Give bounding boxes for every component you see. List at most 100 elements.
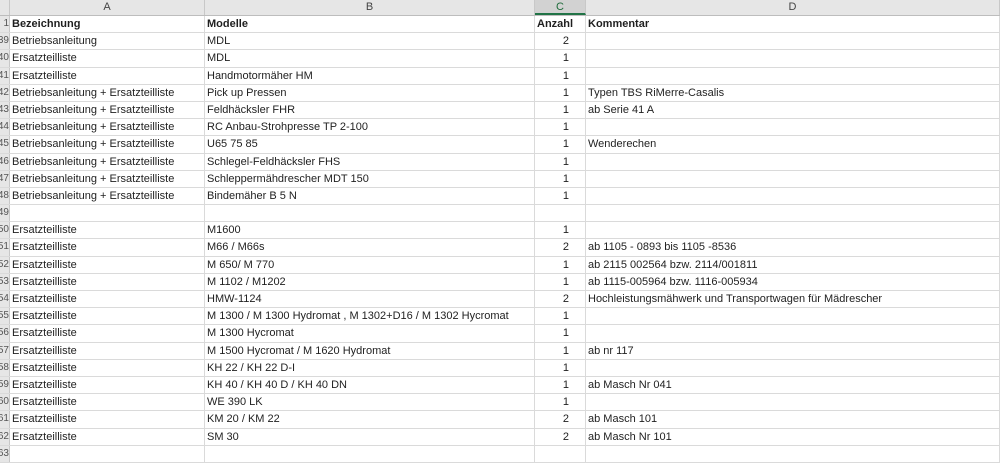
cell-modelle[interactable]: M 1300 / M 1300 Hydromat , M 1302+D16 / … [205,308,535,325]
row-number[interactable]: 60 [0,394,10,411]
row-number[interactable]: 50 [0,222,10,239]
cell-kommentar[interactable] [586,445,1000,462]
cell-kommentar[interactable] [586,33,1000,50]
cell-kommentar[interactable]: ab Masch 101 [586,411,1000,428]
cell-anzahl[interactable]: 1 [535,187,586,205]
cell-bezeichnung[interactable]: Betriebsanleitung [10,33,205,50]
cell-bezeichnung[interactable]: Ersatzteilliste [10,222,205,239]
cell-modelle[interactable] [205,445,535,462]
cell-bezeichnung[interactable]: Betriebsanleitung + Ersatzteilliste [10,119,205,136]
header-cell-anzahl[interactable]: Anzahl [535,16,586,33]
cell-kommentar[interactable] [586,119,1000,136]
cell-anzahl[interactable]: 1 [535,119,586,136]
cell-anzahl[interactable]: 1 [535,308,586,325]
cell-modelle[interactable]: Schleppermähdrescher MDT 150 [205,170,535,187]
column-header-d[interactable]: D [586,0,1000,15]
cell-kommentar[interactable]: Typen TBS RiMerre-Casalis [586,84,1000,101]
header-cell-kommentar[interactable]: Kommentar [586,16,1000,33]
column-header-c[interactable]: C [535,0,586,15]
cell-anzahl[interactable]: 1 [535,394,586,411]
cell-modelle[interactable]: M 1500 Hycromat / M 1620 Hydromat [205,342,535,359]
cell-modelle[interactable]: MDL [205,33,535,50]
cell-bezeichnung[interactable]: Ersatzteilliste [10,67,205,84]
cell-modelle[interactable]: HMW-1124 [205,291,535,308]
header-cell-modelle[interactable]: Modelle [205,16,535,33]
row-number[interactable]: 39 [0,33,10,50]
cell-kommentar[interactable] [586,50,1000,67]
cell-modelle[interactable]: M 1102 / M1202 [205,273,535,290]
cell-kommentar[interactable]: ab nr 117 [586,342,1000,359]
row-number[interactable]: 42 [0,84,10,101]
cell-kommentar[interactable] [586,394,1000,411]
cell-bezeichnung[interactable] [10,445,205,462]
cell-bezeichnung[interactable] [10,205,205,222]
row-number[interactable]: 47 [0,170,10,187]
cell-bezeichnung[interactable]: Betriebsanleitung + Ersatzteilliste [10,101,205,119]
cell-bezeichnung[interactable]: Ersatzteilliste [10,428,205,445]
cell-anzahl[interactable]: 1 [535,84,586,101]
cell-anzahl[interactable]: 1 [535,256,586,273]
select-all-corner[interactable] [0,0,10,15]
cell-modelle[interactable]: MDL [205,50,535,67]
row-number[interactable]: 58 [0,359,10,376]
cell-kommentar[interactable]: ab Serie 41 A [586,101,1000,119]
row-number[interactable]: 46 [0,153,10,170]
cell-kommentar[interactable] [586,222,1000,239]
cell-bezeichnung[interactable]: Ersatzteilliste [10,291,205,308]
cell-anzahl[interactable]: 1 [535,170,586,187]
cell-kommentar[interactable] [586,308,1000,325]
cell-anzahl[interactable]: 2 [535,428,586,445]
cell-modelle[interactable]: SM 30 [205,428,535,445]
column-header-b[interactable]: B [205,0,535,15]
cell-anzahl[interactable]: 1 [535,50,586,67]
cell-bezeichnung[interactable]: Betriebsanleitung + Ersatzteilliste [10,153,205,170]
cell-anzahl[interactable]: 2 [535,411,586,428]
cell-bezeichnung[interactable]: Betriebsanleitung + Ersatzteilliste [10,187,205,205]
cell-anzahl[interactable]: 1 [535,153,586,170]
cell-bezeichnung[interactable]: Ersatzteilliste [10,376,205,394]
cell-kommentar[interactable] [586,153,1000,170]
cell-modelle[interactable]: Schlegel-Feldhäcksler FHS [205,153,535,170]
cell-modelle[interactable]: M 1300 Hycromat [205,325,535,342]
cell-kommentar[interactable]: Wenderechen [586,136,1000,153]
cell-modelle[interactable]: WE 390 LK [205,394,535,411]
cell-modelle[interactable]: Handmotormäher HM [205,67,535,84]
cell-modelle[interactable]: KH 22 / KH 22 D-I [205,359,535,376]
spreadsheet-grid[interactable]: A B C D 1 Bezeichnung Modelle Anzahl Kom… [0,0,1000,474]
row-number[interactable]: 41 [0,67,10,84]
cell-modelle[interactable] [205,205,535,222]
cell-kommentar[interactable] [586,187,1000,205]
cell-bezeichnung[interactable]: Ersatzteilliste [10,359,205,376]
cell-anzahl[interactable]: 2 [535,33,586,50]
cell-bezeichnung[interactable]: Betriebsanleitung + Ersatzteilliste [10,170,205,187]
cell-modelle[interactable]: Pick up Pressen [205,84,535,101]
cell-kommentar[interactable]: ab Masch Nr 101 [586,428,1000,445]
cell-anzahl[interactable]: 2 [535,239,586,256]
cell-kommentar[interactable]: ab 1115-005964 bzw. 1116-005934 [586,273,1000,290]
cell-bezeichnung[interactable]: Ersatzteilliste [10,50,205,67]
row-number[interactable]: 1 [0,16,10,33]
cell-kommentar[interactable] [586,170,1000,187]
row-number[interactable]: 56 [0,325,10,342]
cell-anzahl[interactable]: 1 [535,342,586,359]
row-number[interactable]: 49 [0,205,10,222]
cell-bezeichnung[interactable]: Ersatzteilliste [10,256,205,273]
cell-kommentar[interactable]: ab 2115 002564 bzw. 2114/001811 [586,256,1000,273]
header-cell-bezeichnung[interactable]: Bezeichnung [10,16,205,33]
cell-bezeichnung[interactable]: Ersatzteilliste [10,411,205,428]
cell-bezeichnung[interactable]: Ersatzteilliste [10,273,205,290]
cell-bezeichnung[interactable]: Ersatzteilliste [10,308,205,325]
cell-anzahl[interactable]: 1 [535,67,586,84]
row-number[interactable]: 59 [0,376,10,394]
cell-modelle[interactable]: M66 / M66s [205,239,535,256]
cell-modelle[interactable]: KM 20 / KM 22 [205,411,535,428]
cell-bezeichnung[interactable]: Betriebsanleitung + Ersatzteilliste [10,84,205,101]
row-number[interactable]: 57 [0,342,10,359]
cell-anzahl[interactable]: 1 [535,376,586,394]
cell-modelle[interactable]: Feldhäcksler FHR [205,101,535,119]
cell-anzahl[interactable] [535,205,586,222]
row-number[interactable]: 40 [0,50,10,67]
row-number[interactable]: 54 [0,291,10,308]
cell-anzahl[interactable]: 1 [535,101,586,119]
row-number[interactable]: 53 [0,273,10,290]
